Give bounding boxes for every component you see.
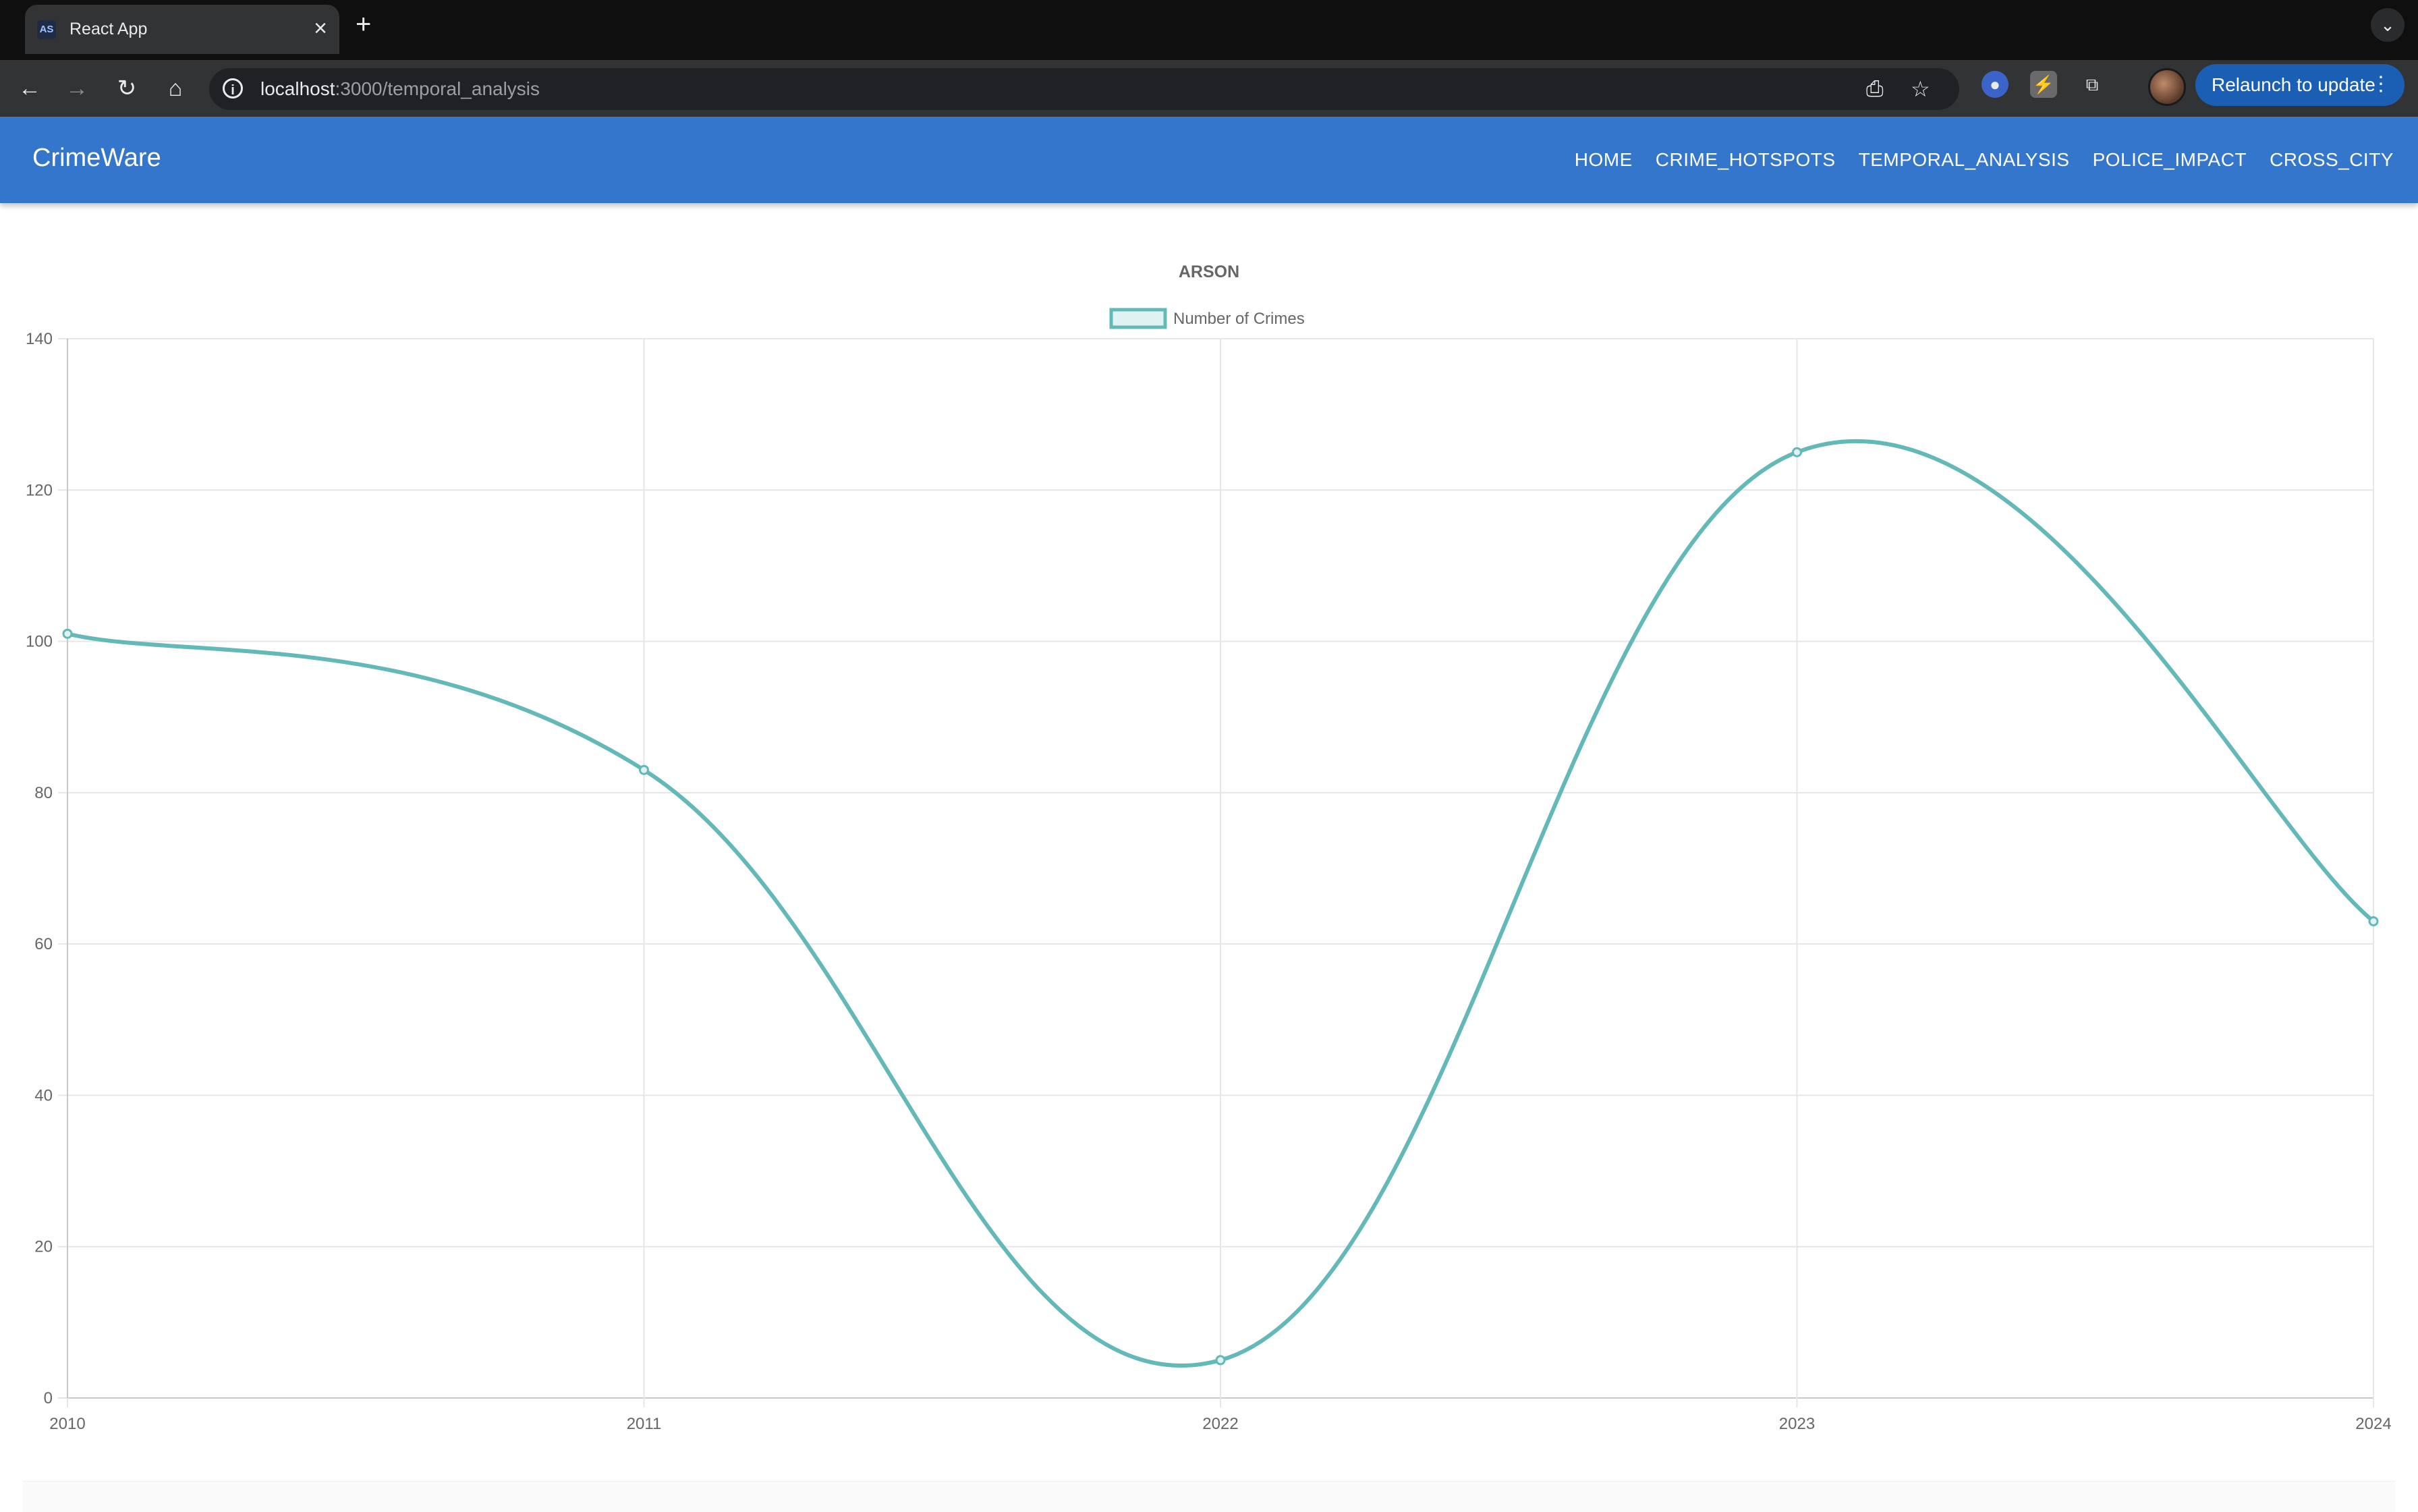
home-icon[interactable]: ⌂ [158, 71, 193, 106]
extension-grey-icon[interactable]: ⚡ [2030, 71, 2057, 98]
tab-close-icon[interactable]: × [314, 16, 327, 42]
next-panel-card [23, 1481, 2395, 1512]
nav-cross-city[interactable]: CROSS_CITY [2270, 149, 2394, 171]
nav-police-impact[interactable]: POLICE_IMPACT [2093, 149, 2247, 171]
app-bar: CrimeWare HOME CRIME_HOTSPOTS TEMPORAL_A… [0, 117, 2418, 203]
data-point[interactable] [62, 628, 73, 639]
y-tick-label: 140 [26, 330, 53, 348]
address-url[interactable]: localhost:3000/temporal_analysis [260, 78, 540, 100]
x-tick-label: 2024 [2355, 1415, 2391, 1433]
legend-swatch[interactable] [1109, 308, 1167, 329]
y-tick-label: 40 [34, 1086, 53, 1104]
profile-avatar[interactable] [2148, 68, 2186, 106]
tab-favicon-icon: AS [37, 20, 56, 39]
browser-tab-strip: AS React App × + ⌄ [0, 0, 2418, 60]
tab-search-chevron-icon[interactable]: ⌄ [2371, 8, 2405, 42]
tab-title: React App [69, 20, 148, 38]
chart-title: ARSON [1179, 262, 1239, 281]
browser-tab[interactable]: AS React App × [25, 5, 339, 54]
reload-icon[interactable]: ↻ [109, 71, 144, 106]
select-underline[interactable] [23, 203, 282, 204]
forward-arrow-icon[interactable]: → [59, 71, 94, 106]
y-tick-label: 20 [34, 1238, 53, 1256]
install-app-icon[interactable]: ⎙ [1866, 76, 1884, 102]
relaunch-update-button[interactable]: Relaunch to update ⋮ [2195, 64, 2405, 106]
y-tick-label: 0 [44, 1389, 53, 1407]
back-arrow-icon[interactable]: ← [12, 71, 47, 106]
nav-crime-hotspots[interactable]: CRIME_HOTSPOTS [1656, 149, 1836, 171]
nav-home[interactable]: HOME [1575, 149, 1633, 171]
legend-label[interactable]: Number of Crimes [1173, 310, 1305, 328]
site-info-icon[interactable]: i [223, 78, 243, 99]
main-nav: HOME CRIME_HOTSPOTS TEMPORAL_ANALYSIS PO… [1575, 149, 2394, 171]
nav-temporal-analysis[interactable]: TEMPORAL_ANALYSIS [1859, 149, 2070, 171]
extensions-puzzle-icon[interactable]: ⧉ [2079, 71, 2106, 98]
y-tick-label: 100 [26, 633, 53, 651]
address-bar[interactable]: i localhost:3000/temporal_analysis ⎙ ☆ [209, 68, 1959, 110]
x-tick-label: 2011 [627, 1415, 662, 1433]
new-tab-icon[interactable]: + [356, 9, 371, 40]
data-point[interactable] [639, 764, 649, 775]
data-point[interactable] [2368, 916, 2379, 926]
y-tick-label: 80 [34, 784, 53, 802]
crime-trend-chart: ARSON Number of Crimes 0 20 40 60 80 100 120 14… [26, 262, 2392, 1433]
bookmark-star-icon[interactable]: ☆ [1911, 76, 1930, 102]
data-point[interactable] [1215, 1355, 1226, 1366]
x-tick-label: 2022 [1202, 1415, 1238, 1433]
y-tick-label: 60 [34, 935, 53, 953]
x-tick-label: 2023 [1779, 1415, 1815, 1433]
more-menu-icon[interactable]: ⋮ [2371, 72, 2391, 96]
x-tick-label: 2010 [49, 1415, 85, 1433]
brand-logo[interactable]: CrimeWare [32, 144, 161, 173]
y-tick-label: 120 [26, 481, 53, 499]
extension-colorful-icon[interactable]: ● [1981, 71, 2008, 98]
data-point[interactable] [1792, 447, 1802, 457]
